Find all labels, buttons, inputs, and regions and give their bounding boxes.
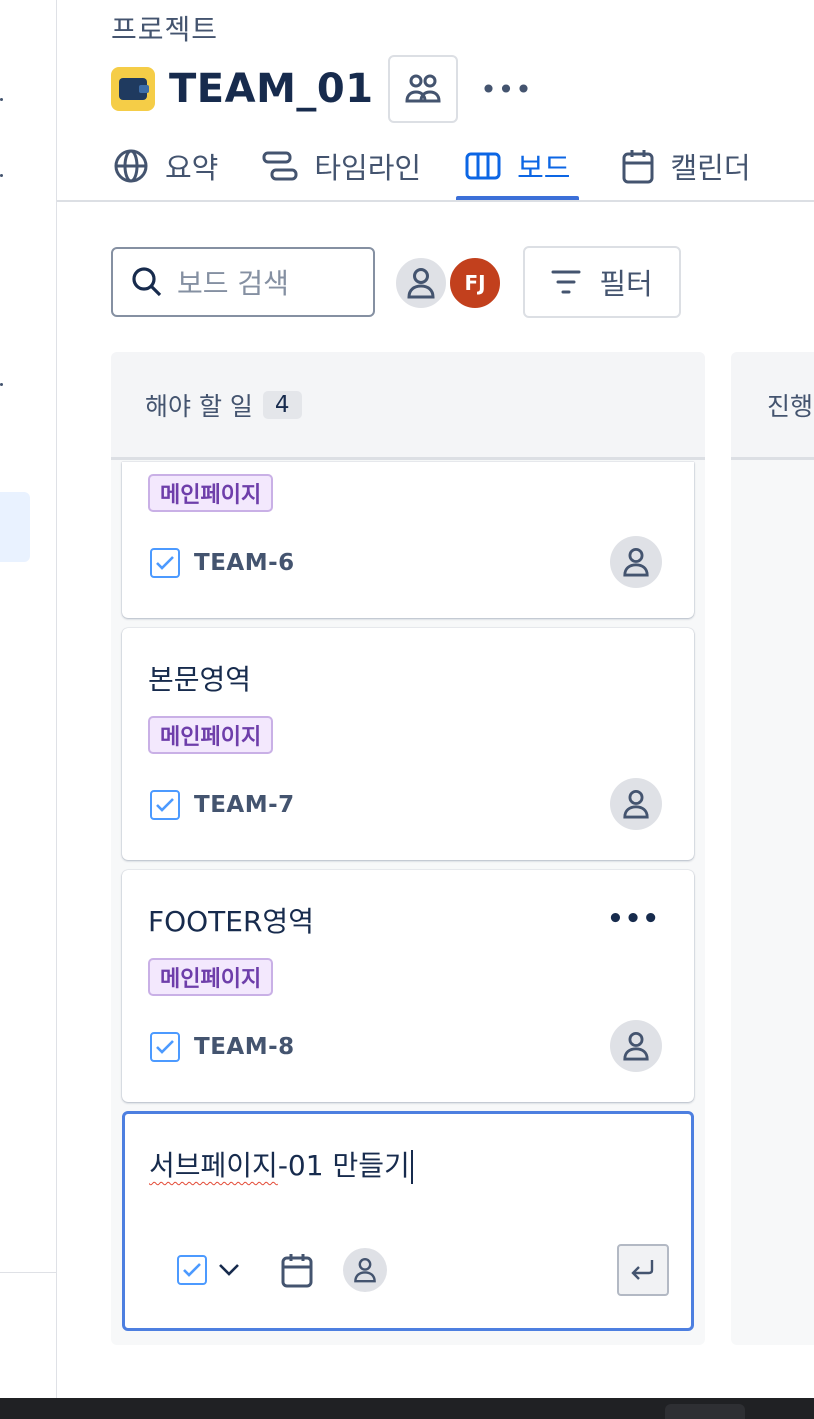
- breadcrumb[interactable]: 프로젝트: [111, 8, 218, 48]
- assignee-picker[interactable]: [343, 1248, 387, 1292]
- chevron-down-icon[interactable]: [217, 1262, 241, 1278]
- column-title: 진행: [767, 391, 814, 421]
- tab-timeline[interactable]: 타임라인: [254, 140, 429, 192]
- due-date-calendar-icon[interactable]: [281, 1252, 313, 1288]
- issue-key[interactable]: TEAM-6: [150, 548, 295, 578]
- epic-label[interactable]: 메인페이지: [148, 716, 274, 754]
- assignee-avatar[interactable]: [610, 778, 662, 830]
- person-icon: [623, 548, 649, 577]
- taskbar-item[interactable]: [665, 1404, 745, 1419]
- issue-card[interactable]: 본문영역 메인페이지 TEAM-7: [122, 628, 694, 860]
- tab-board[interactable]: 보드: [456, 140, 580, 202]
- globe-icon: [114, 149, 148, 183]
- assignee-avatar[interactable]: [610, 536, 662, 588]
- sidebar-active-item[interactable]: [0, 492, 30, 562]
- tab-board-label: 보드: [517, 151, 571, 185]
- column-header[interactable]: 진행: [731, 352, 814, 460]
- person-icon: [623, 1032, 649, 1061]
- board-search-input[interactable]: 보드 검색: [111, 247, 375, 317]
- epic-label[interactable]: 메인페이지: [148, 474, 274, 512]
- create-issue-text: -01 만들기: [277, 1149, 410, 1182]
- board-icon: [465, 152, 501, 180]
- sidebar-dot: [0, 383, 3, 386]
- issue-key-text: TEAM-7: [194, 792, 295, 818]
- task-type-icon: [150, 1032, 180, 1062]
- text-caret: [410, 1150, 413, 1184]
- tab-timeline-label: 타임라인: [314, 151, 422, 185]
- epic-label[interactable]: 메인페이지: [148, 958, 274, 996]
- column-header[interactable]: 해야 할 일 4: [111, 352, 705, 460]
- search-icon: [132, 267, 162, 297]
- person-icon: [354, 1258, 376, 1283]
- create-issue-input[interactable]: 서브페이지-01 만들기: [149, 1144, 413, 1184]
- sidebar: [0, 0, 57, 1398]
- tab-calendar-label: 캘린더: [670, 151, 751, 185]
- person-icon: [623, 790, 649, 819]
- column-title: 해야 할 일: [145, 391, 253, 421]
- sidebar-divider: [0, 1272, 57, 1273]
- column-count-badge: 4: [262, 390, 302, 419]
- filter-button[interactable]: 필터: [523, 246, 681, 318]
- team-button[interactable]: [387, 55, 458, 123]
- timeline-icon: [262, 151, 298, 181]
- people-icon: [405, 74, 441, 103]
- person-icon: [407, 268, 435, 299]
- assignee-avatar[interactable]: [610, 1020, 662, 1072]
- spellcheck-word: 서브페이지: [149, 1149, 278, 1182]
- task-type-icon: [150, 790, 180, 820]
- issue-key-text: TEAM-8: [194, 1034, 295, 1060]
- card-title: FOOTER영역: [148, 905, 314, 938]
- card-more-button[interactable]: •••: [607, 904, 660, 934]
- issue-key-text: TEAM-6: [194, 550, 295, 576]
- tab-summary-label: 요약: [165, 151, 219, 185]
- issue-key[interactable]: TEAM-7: [150, 790, 295, 820]
- calendar-icon: [622, 150, 654, 184]
- avatar-unassigned[interactable]: [394, 256, 448, 310]
- sidebar-dot: [0, 174, 3, 177]
- enter-icon: [631, 1260, 654, 1280]
- filter-label: 필터: [599, 267, 653, 301]
- project-tabs: 요약 타임라인 보드 캘린더: [111, 140, 759, 202]
- avatar-user[interactable]: FJ: [448, 256, 502, 310]
- project-wallet-icon: [111, 67, 155, 111]
- filter-icon: [551, 270, 581, 294]
- page-title: TEAM_01: [169, 66, 374, 112]
- board-column-in-progress: 진행: [731, 352, 814, 1345]
- create-issue-toolbar: [177, 1248, 387, 1292]
- sidebar-dot: [0, 98, 3, 101]
- tab-summary[interactable]: 요약: [105, 140, 226, 192]
- issue-card[interactable]: 메인페이지 TEAM-6: [122, 462, 694, 618]
- tabs-divider: [57, 200, 814, 202]
- card-title: 본문영역: [148, 663, 252, 696]
- task-type-icon: [150, 548, 180, 578]
- submit-enter-button[interactable]: [617, 1244, 669, 1296]
- issue-key[interactable]: TEAM-8: [150, 1032, 295, 1062]
- create-issue-card[interactable]: 서브페이지-01 만들기: [122, 1111, 694, 1331]
- project-title-row: TEAM_01 •••: [111, 55, 542, 123]
- issue-card[interactable]: FOOTER영역 ••• 메인페이지 TEAM-8: [122, 870, 694, 1102]
- tab-calendar[interactable]: 캘린더: [614, 140, 758, 192]
- project-more-button[interactable]: •••: [472, 59, 542, 119]
- search-placeholder: 보드 검색: [177, 267, 289, 300]
- task-type-icon[interactable]: [177, 1255, 207, 1285]
- taskbar: [0, 1398, 814, 1419]
